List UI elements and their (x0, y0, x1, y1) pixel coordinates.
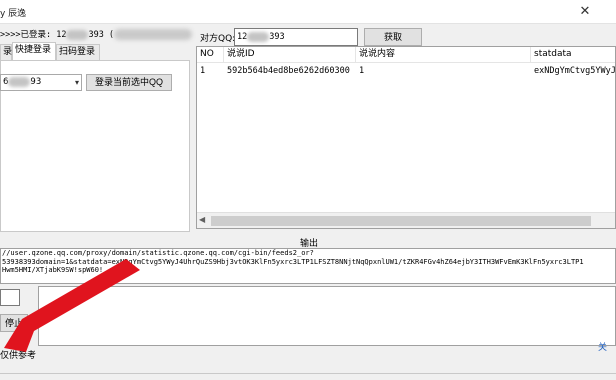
annotation-arrow-icon (4, 259, 140, 352)
